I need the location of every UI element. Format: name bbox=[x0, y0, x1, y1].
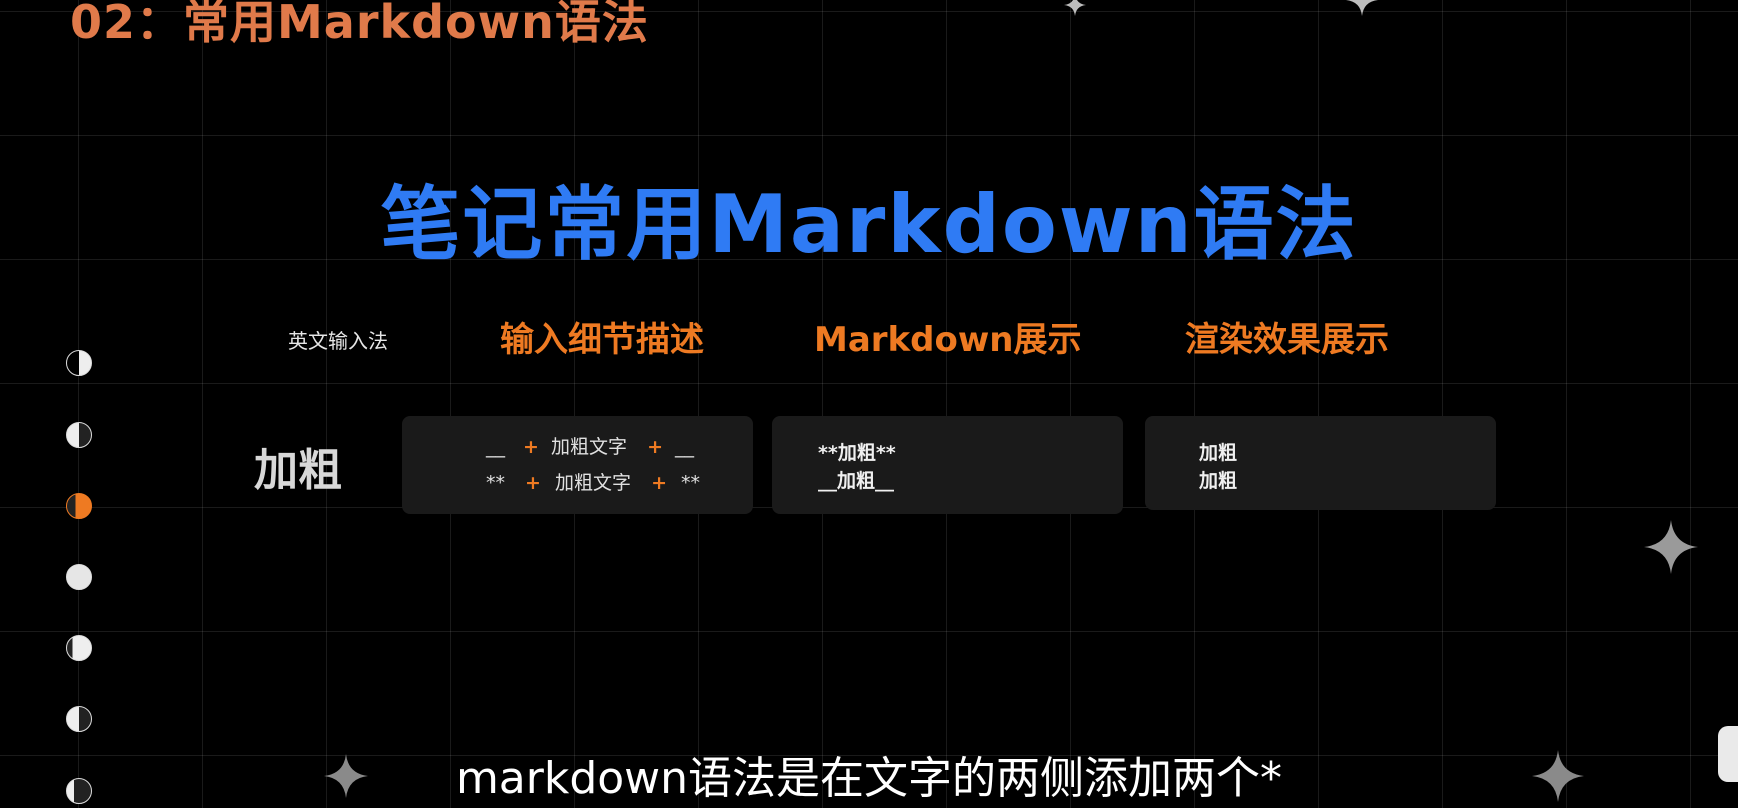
marker-left: __ bbox=[486, 436, 505, 458]
markdown-card: **加粗** __加粗__ bbox=[772, 416, 1123, 514]
rendered-card: 加粗 加粗 bbox=[1145, 416, 1496, 510]
input-line-asterisk: ** + 加粗文字 + ** bbox=[486, 468, 700, 495]
nav-dot-1[interactable] bbox=[66, 350, 92, 376]
column-head-input-detail: 输入细节描述 bbox=[500, 320, 704, 360]
nav-dot-3-active[interactable] bbox=[66, 493, 92, 519]
section-title: 02：常用Markdown语法 bbox=[70, 0, 649, 49]
marker-left: ** bbox=[486, 472, 505, 494]
marker-right: ** bbox=[681, 472, 701, 494]
nav-dot-4[interactable] bbox=[66, 564, 92, 590]
nav-dot-5[interactable] bbox=[66, 635, 92, 661]
main-title: 笔记常用Markdown语法 bbox=[380, 178, 1358, 271]
plus-icon: + bbox=[647, 436, 663, 458]
nav-dot-2[interactable] bbox=[66, 422, 92, 448]
ime-label: 英文输入法 bbox=[288, 329, 388, 353]
input-line-underscore: __ + 加粗文字 + __ bbox=[486, 432, 694, 459]
nav-dot-6[interactable] bbox=[66, 706, 92, 732]
rendered-bold-2: 加粗 bbox=[1199, 470, 1238, 492]
plus-icon: + bbox=[525, 472, 541, 494]
rendered-bold-1: 加粗 bbox=[1199, 442, 1238, 464]
markdown-underscore: __加粗__ bbox=[818, 470, 895, 492]
sparkle-icon bbox=[1064, 0, 1086, 16]
sparkle-icon bbox=[1346, 0, 1378, 16]
input-detail-card: __ + 加粗文字 + __ ** + 加粗文字 + ** bbox=[402, 416, 753, 514]
input-text: 加粗文字 bbox=[555, 472, 632, 494]
column-head-markdown: Markdown展示 bbox=[814, 320, 1082, 360]
sparkle-icon bbox=[1644, 520, 1698, 574]
column-head-rendered: 渲染效果展示 bbox=[1185, 320, 1389, 360]
input-text: 加粗文字 bbox=[551, 436, 628, 458]
subtitle-caption: markdown语法是在文字的两侧添加两个* bbox=[455, 753, 1283, 804]
markdown-asterisk: **加粗** bbox=[818, 442, 896, 464]
plus-icon: + bbox=[651, 472, 667, 494]
row-label-bold: 加粗 bbox=[254, 445, 342, 496]
plus-icon: + bbox=[523, 436, 539, 458]
marker-right: __ bbox=[675, 436, 695, 458]
